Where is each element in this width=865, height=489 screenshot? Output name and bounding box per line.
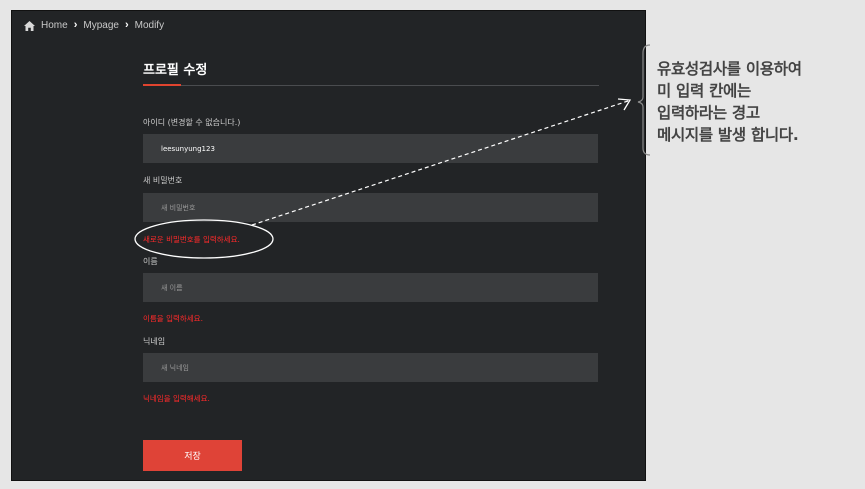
name-label: 이름	[143, 257, 158, 266]
breadcrumb: Home › Mypage › Modify	[24, 20, 164, 31]
annotation-line: 유효성검사를 이용하여	[657, 60, 802, 78]
password-label: 새 비밀번호	[143, 176, 183, 185]
breadcrumb-home[interactable]: Home	[41, 20, 68, 31]
nickname-label: 닉네임	[143, 337, 166, 346]
nickname-field[interactable]	[143, 353, 598, 382]
save-button[interactable]: 저장	[143, 440, 242, 471]
annotation-line: 입력하라는 경고	[657, 104, 760, 122]
title-accent-line	[143, 84, 181, 86]
breadcrumb-mypage[interactable]: Mypage	[83, 20, 119, 31]
id-label: 아이디 (변경할 수 없습니다.)	[143, 118, 241, 127]
breadcrumb-modify: Modify	[134, 20, 165, 31]
home-icon[interactable]	[24, 20, 35, 31]
name-error: 이름을 입력하세요.	[143, 314, 203, 323]
title-divider	[181, 85, 599, 86]
id-field	[143, 134, 598, 163]
page-title: 프로필 수정	[143, 63, 208, 78]
annotation-note: 유효성검사를 이용하여 미 입력 칸에는 입력하라는 경고 메시지를 발생 합니…	[657, 58, 862, 146]
app-window: Home › Mypage › Modify 프로필 수정 아이디 (변경할 수…	[11, 10, 646, 481]
chevron-right-icon: ›	[124, 19, 129, 31]
password-field[interactable]	[143, 193, 598, 222]
password-error: 새로운 비밀번호를 입력하세요.	[143, 235, 240, 244]
annotation-line: 미 입력 칸에는	[657, 82, 751, 100]
chevron-right-icon: ›	[73, 19, 78, 31]
annotation-line: 메시지를 발생 합니다.	[657, 126, 799, 144]
name-field[interactable]	[143, 273, 598, 302]
nickname-error: 닉네임을 입력해세요.	[143, 394, 210, 403]
